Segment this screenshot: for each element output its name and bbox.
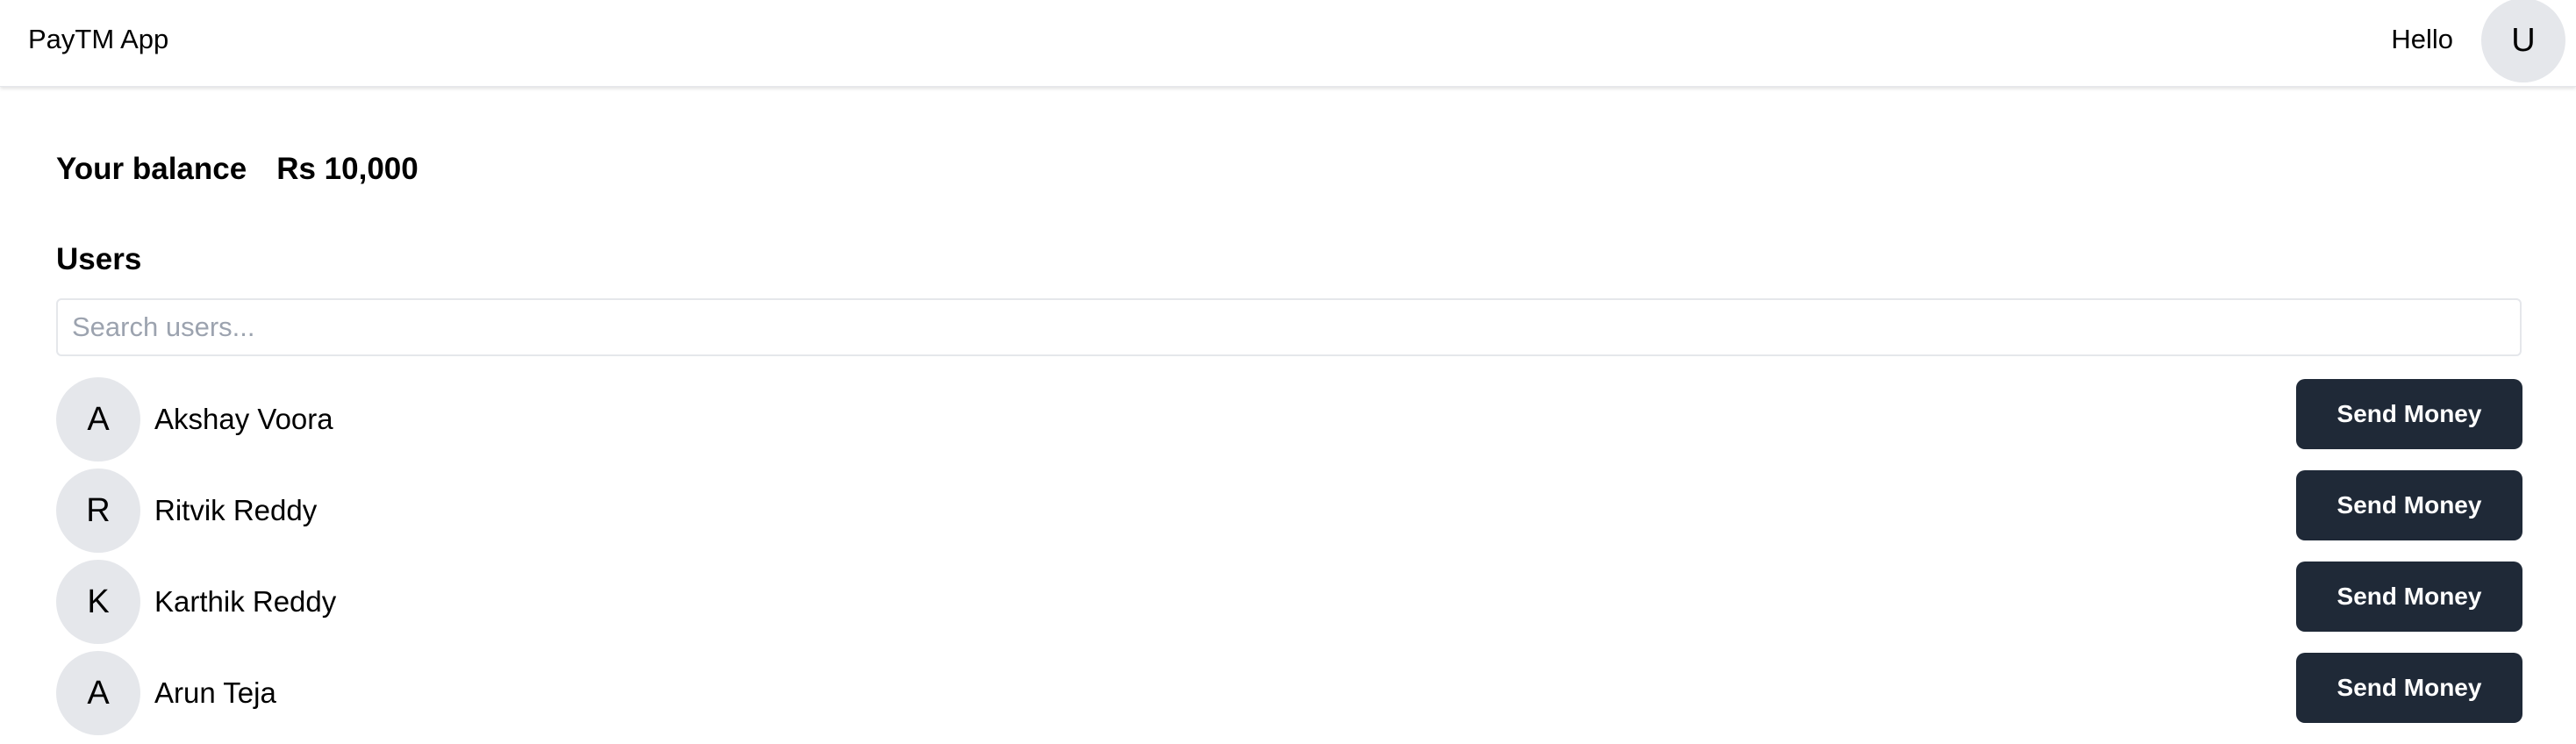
users-heading: Users: [56, 242, 142, 276]
send-money-button[interactable]: Send Money: [2296, 653, 2522, 723]
user-name: Karthik Reddy: [154, 585, 337, 618]
balance-section: Your balance Rs 10,000: [56, 145, 419, 194]
send-money-button[interactable]: Send Money: [2296, 470, 2522, 540]
user-row: A Akshay Voora Send Money: [56, 377, 2522, 461]
greeting-text: Hello: [2391, 24, 2453, 54]
user-row: A Arun Teja Send Money: [56, 651, 2522, 735]
user-row: R Ritvik Reddy Send Money: [56, 469, 2522, 553]
user-avatar: K: [56, 560, 140, 644]
user-avatar: R: [56, 469, 140, 553]
balance-amount: Rs 10,000: [276, 152, 419, 186]
user-avatar: A: [56, 651, 140, 735]
user-name: Arun Teja: [154, 676, 276, 709]
user-row: K Karthik Reddy Send Money: [56, 560, 2522, 644]
app-title: PayTM App: [28, 24, 169, 54]
balance-label: Your balance: [56, 152, 247, 186]
user-name: Akshay Voora: [154, 403, 333, 435]
send-money-button[interactable]: Send Money: [2296, 379, 2522, 449]
send-money-button[interactable]: Send Money: [2296, 562, 2522, 632]
profile-avatar[interactable]: U: [2481, 0, 2565, 82]
user-avatar: A: [56, 377, 140, 461]
app-header: PayTM App Hello U: [0, 0, 2576, 87]
user-name: Ritvik Reddy: [154, 494, 318, 526]
search-users-input[interactable]: [56, 298, 2522, 356]
